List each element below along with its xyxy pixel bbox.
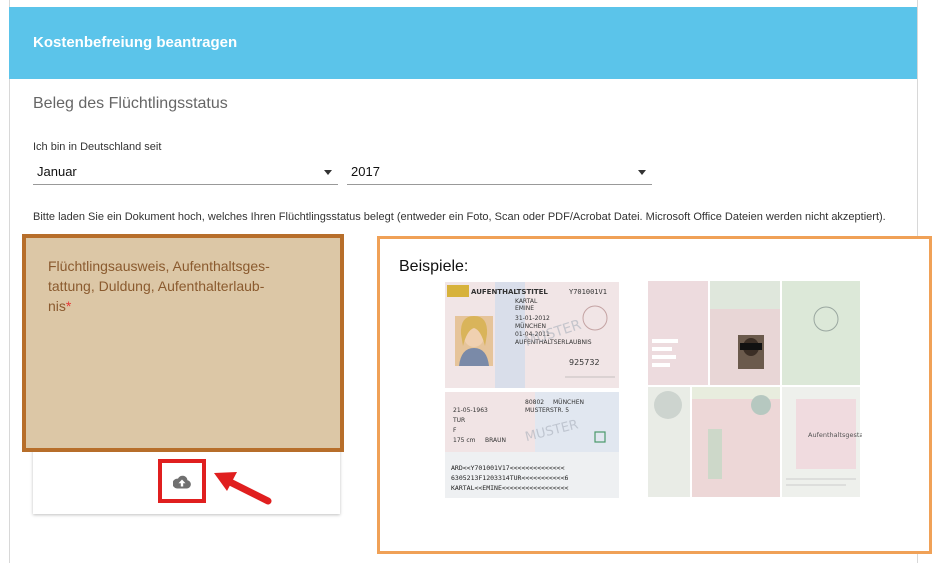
month-select[interactable]: Januar (33, 160, 338, 185)
section-title: Beleg des Flüchtlingsstatus (33, 95, 228, 112)
card-surname: KARTAL (515, 298, 538, 305)
page-header: Kostenbefreiung beantragen (9, 7, 917, 79)
residence-permit-card-image: AUFENTHALTSTITEL Y701001V1 KARTAL EMINE … (445, 282, 619, 498)
card-pin: 925732 (569, 358, 600, 367)
card-mrz-line-3: KARTAL<<EMINE<<<<<<<<<<<<<<<<< (451, 484, 568, 492)
card-back-birth: 21-05-1963 (453, 407, 488, 414)
card-given-name: EMINE (515, 305, 534, 312)
year-select[interactable]: 2017 (347, 160, 652, 185)
document-type-line-2: tattung, Duldung, Aufenthalterlaub- (48, 278, 265, 294)
residence-booklet-image: Aufenthaltsgestattung (646, 279, 862, 499)
card-date-1: 31-01-2012 (515, 315, 550, 322)
required-marker: * (65, 298, 72, 314)
chevron-down-icon (324, 170, 332, 175)
card-title: AUFENTHALTSTITEL (471, 288, 548, 296)
card-mrz-line-2: 6305213F1203314TUR<<<<<<<<<<<6 (451, 474, 568, 482)
document-type-label: Flüchtlingsausweis, Aufenthaltsges-tattu… (48, 256, 323, 316)
card-back-street: MUSTERSTR. 5 (525, 407, 569, 414)
chevron-down-icon (638, 170, 646, 175)
cloud-upload-icon (172, 475, 191, 494)
card-back-height: 175 cm (453, 437, 476, 444)
since-label: Ich bin in Deutschland seit (33, 141, 162, 153)
upload-button[interactable] (158, 459, 206, 503)
examples-label: Beispiele: (399, 258, 469, 275)
page-title: Kostenbefreiung beantragen (33, 34, 238, 51)
card-back-nationality: TUR (452, 417, 465, 424)
booklet-title: Aufenthaltsgestattung (808, 431, 862, 439)
document-type-line-1: Flüchtlingsausweis, Aufenthaltsges- (48, 258, 270, 274)
card-number: Y701001V1 (569, 288, 607, 296)
card-back-city: MÜNCHEN (553, 399, 584, 406)
card-mrz-line-1: ARD<<Y701001V17<<<<<<<<<<<<<< (451, 464, 565, 472)
upload-instructions: Bitte laden Sie ein Dokument hoch, welch… (33, 211, 886, 223)
month-select-value: Januar (37, 164, 77, 179)
document-type-line-3: nis (48, 298, 66, 314)
document-type-panel: Flüchtlingsausweis, Aufenthaltsges-tattu… (22, 234, 344, 452)
card-back-eyes: BRAUN (485, 437, 506, 444)
card-back-zip: 80802 (525, 399, 544, 406)
pointer-arrow-icon (214, 472, 272, 505)
year-select-value: 2017 (351, 164, 380, 179)
card-back-sex: F (453, 427, 457, 434)
examples-panel: Beispiele: AUFENTHALTSTITEL Y701001V1 KA… (377, 236, 932, 554)
